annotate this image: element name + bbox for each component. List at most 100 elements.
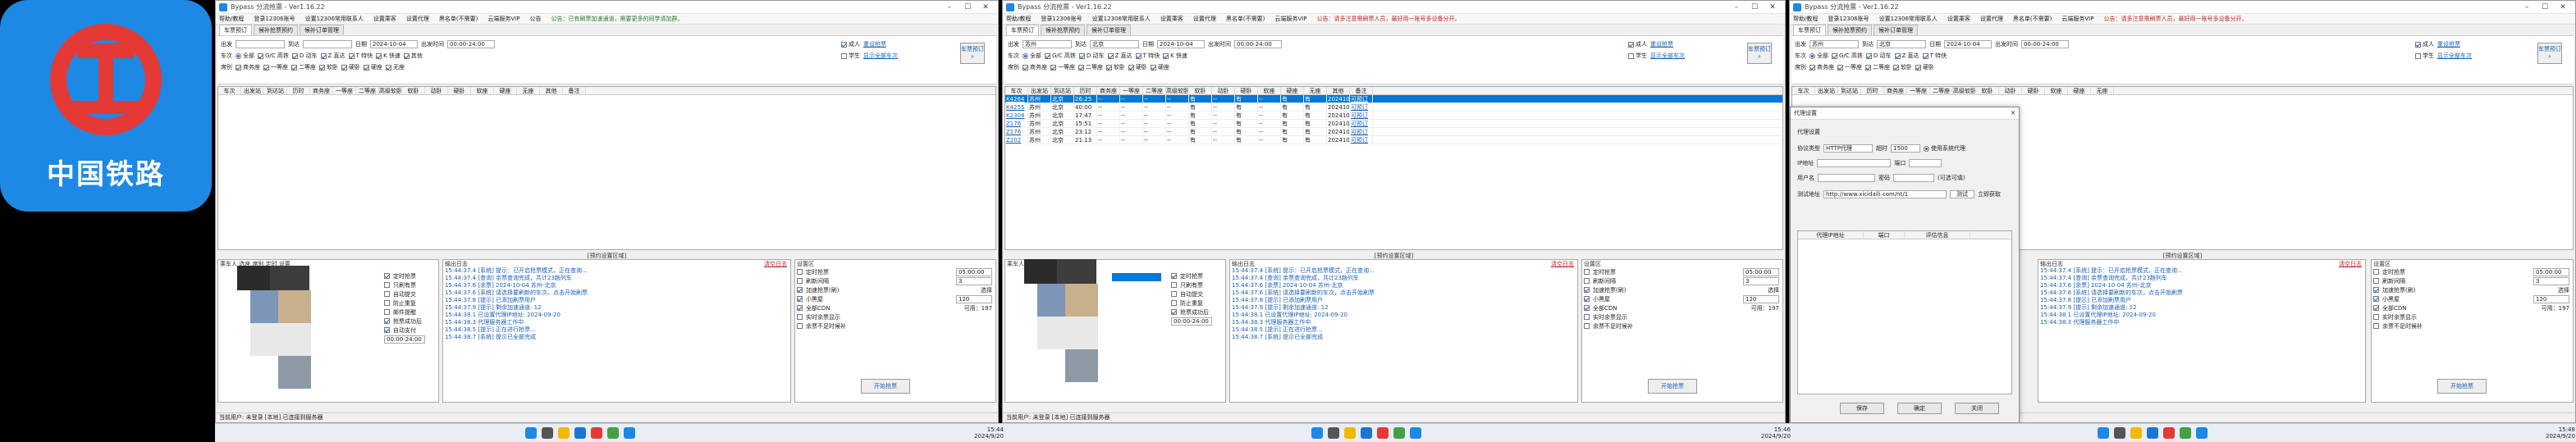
from-input[interactable]: 苏州	[1023, 40, 1072, 48]
type-z[interactable]: Z 直达	[1107, 52, 1132, 60]
fetch-link[interactable]: 立即获取	[1978, 190, 2001, 198]
setting-blackroom[interactable]: 小黑屋 120	[795, 294, 995, 303]
use-system-proxy[interactable]: 使用系统代理	[1924, 144, 1965, 153]
menu-vip[interactable]: 云端服务VIP	[487, 15, 519, 23]
reset-link[interactable]: 重设抢票	[863, 40, 886, 48]
type-g[interactable]: G/C 高铁	[258, 52, 289, 60]
col-other[interactable]: 其他	[1327, 87, 1350, 94]
seat-business[interactable]: 商务座	[1023, 63, 1047, 71]
tab-booking[interactable]: 车票预订	[219, 25, 252, 35]
col-proxy-ip[interactable]: 代理IP地址	[1798, 231, 1864, 239]
type-k[interactable]: K 快速	[1163, 52, 1187, 60]
col-duration[interactable]: 历时	[1861, 87, 1884, 94]
query-button[interactable]: 车票预订 ⌕	[1747, 43, 1772, 64]
menu-help[interactable]: 帮助/教程	[219, 15, 244, 23]
seat-none[interactable]: 无座	[386, 63, 405, 71]
type-z[interactable]: Z 直达	[320, 52, 345, 60]
setting-waitlist[interactable]: 余票不足时候补	[1582, 321, 1782, 330]
menu-contacts[interactable]: 设置12306常用联系人	[1092, 15, 1151, 23]
order-opt[interactable]: 自动提交	[382, 289, 425, 298]
seat-second[interactable]: 二等座	[291, 63, 316, 71]
bypass-icon[interactable]	[2196, 427, 2208, 439]
time-range[interactable]: 00:00-24:00	[1169, 317, 1212, 326]
col-hard-sleeper[interactable]: 硬卧	[1235, 87, 1258, 94]
type-all[interactable]: 全部	[1810, 52, 1828, 60]
explorer-icon[interactable]	[2130, 427, 2142, 439]
seat-hard-sleeper[interactable]: 硬卧	[341, 63, 360, 71]
seat-hard-sleeper[interactable]: 硬卧	[1915, 63, 1934, 71]
setting-cdn[interactable]: 全部CDN 可用：197	[2372, 303, 2573, 312]
start-button[interactable]: 开始抢票	[2437, 379, 2487, 394]
setting-interval[interactable]: 刷新间隔 3	[2372, 276, 2573, 285]
addr-input[interactable]	[1817, 159, 1892, 167]
dialog-close-icon[interactable]: ✕	[2011, 110, 2016, 116]
clear-log-link[interactable]: 清空日志	[764, 260, 787, 268]
menu-login[interactable]: 登录12306账号	[254, 15, 295, 23]
col-hard-seat[interactable]: 硬座	[2068, 87, 2091, 94]
type-t[interactable]: T 特快	[348, 52, 373, 60]
col-hard-seat[interactable]: 硬座	[494, 87, 517, 94]
clock-3[interactable]: 15:48 2024/9/20	[2546, 426, 2575, 440]
col-proxy-eval[interactable]: 评估信息	[1905, 231, 1970, 239]
col-soft[interactable]: 软卧	[1976, 87, 1999, 94]
pass-input[interactable]	[1893, 174, 1934, 182]
opt-adult[interactable]: 成人	[2415, 40, 2434, 48]
date-input[interactable]: 2024-10-04	[1944, 40, 1992, 48]
table-row[interactable]: Z202苏州北京21:13--------有--有--有有20241004可预订	[1005, 136, 1782, 144]
seat-second[interactable]: 二等座	[1865, 63, 1890, 71]
seat-second[interactable]: 二等座	[1078, 63, 1103, 71]
search-icon[interactable]	[1328, 427, 1339, 439]
search-icon[interactable]	[542, 427, 553, 439]
menu-blacklist[interactable]: 黑名单(不需要)	[439, 15, 478, 23]
chrome-icon[interactable]	[2180, 427, 2191, 439]
order-opt[interactable]: 只刷有票	[382, 280, 425, 289]
test-url-input[interactable]: http://www.xicidaili.com/nt/1	[1823, 190, 1947, 198]
tab-orders[interactable]: 候补订单管理	[1087, 25, 1131, 35]
menu-passengers[interactable]: 设置乘客	[373, 15, 396, 23]
col-first[interactable]: 一等座	[1907, 87, 1930, 94]
table-row[interactable]: K2304苏州北京17:47--------有--有--有有20241004可预…	[1005, 112, 1782, 120]
reset-link[interactable]: 重设抢票	[1650, 40, 1673, 48]
col-deluxe[interactable]: 高级软卧	[379, 87, 402, 94]
col-hard-seat[interactable]: 硬座	[1281, 87, 1304, 94]
order-opt[interactable]: 抢票成功后	[382, 317, 425, 326]
order-opt[interactable]: 定时抢票	[1169, 271, 1212, 280]
col-first[interactable]: 一等座	[1120, 87, 1143, 94]
search-icon[interactable]	[2114, 427, 2125, 439]
maximize-button[interactable]: ☐	[1746, 2, 1764, 13]
dialog-close-button[interactable]: 关闭	[1955, 403, 1999, 414]
col-soft-seat[interactable]: 软座	[1258, 87, 1281, 94]
col-train[interactable]: 车次	[1792, 87, 1815, 94]
menu-vip[interactable]: 云端服务VIP	[1274, 15, 1306, 23]
table-row[interactable]: K4264苏州北京26:25--------有--有--有有20241004可预…	[1005, 95, 1782, 103]
opt-student[interactable]: 学生	[841, 52, 860, 60]
col-from[interactable]: 出发站	[241, 87, 264, 94]
reset-link[interactable]: 重设抢票	[2437, 40, 2460, 48]
start-button[interactable]: 开始抢票	[861, 379, 910, 394]
app-icon[interactable]	[1377, 427, 1389, 439]
windows-icon[interactable]	[1311, 427, 1323, 439]
setting-cdn[interactable]: 全部CDN 可用：197	[795, 303, 995, 312]
seat-hard[interactable]: 硬座	[1151, 63, 1169, 71]
selected-passenger[interactable]	[1112, 273, 1161, 281]
menu-login[interactable]: 登录12306账号	[1828, 15, 1869, 23]
tab-waitlist[interactable]: 候补抢票预约	[254, 25, 298, 35]
order-opt[interactable]: 抢票成功后	[1169, 308, 1212, 317]
seat-first[interactable]: 一等座	[263, 63, 288, 71]
type-g[interactable]: G/C 高铁	[1832, 52, 1863, 60]
time-select[interactable]: 00:00-24:00	[2021, 40, 2069, 48]
type-z[interactable]: Z 直达	[1894, 52, 1919, 60]
date-input[interactable]: 2024-10-04	[370, 40, 418, 48]
to-input[interactable]	[303, 40, 352, 48]
col-no-seat[interactable]: 无座	[2091, 87, 2114, 94]
seat-first[interactable]: 一等座	[1837, 63, 1862, 71]
menu-login[interactable]: 登录12306账号	[1041, 15, 1082, 23]
order-tab-passenger[interactable]: 乘车人	[1007, 261, 1024, 267]
seat-business[interactable]: 商务座	[236, 63, 260, 71]
table-row[interactable]: Z176苏州北京23:12--------有--有--有有20241004可预订	[1005, 128, 1782, 136]
col-business[interactable]: 商务座	[1097, 87, 1120, 94]
chrome-icon[interactable]	[607, 427, 619, 439]
test-button[interactable]: 测试	[1950, 190, 1974, 198]
setting-blackroom[interactable]: 小黑屋 120	[2372, 294, 2573, 303]
query-button[interactable]: 车票预订 ⌕	[2537, 43, 2562, 64]
